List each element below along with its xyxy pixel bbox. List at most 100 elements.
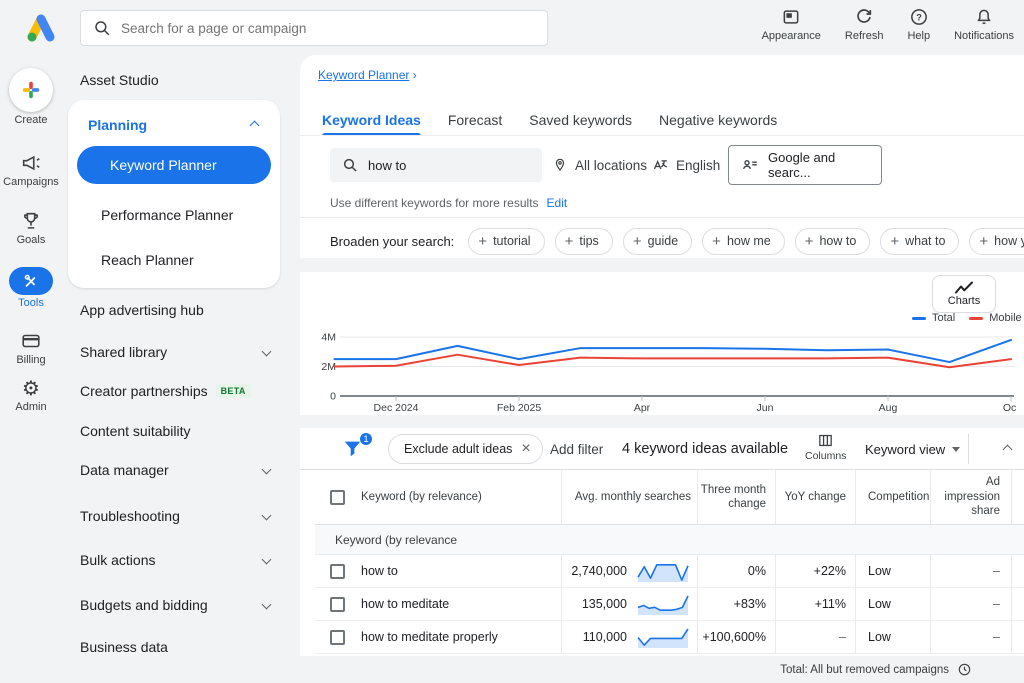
broaden-chip-how-ya[interactable]: + how ya <box>969 227 1024 255</box>
nav-item-data-manager[interactable]: Data manager <box>80 462 280 478</box>
row-checkbox[interactable] <box>330 596 345 612</box>
tab-bar: Keyword Ideas Forecast Saved keywords Ne… <box>322 105 777 136</box>
columns-button[interactable]: Columns <box>805 432 846 462</box>
section-gap <box>300 258 1024 272</box>
tab-saved-keywords[interactable]: Saved keywords <box>529 105 632 135</box>
help-icon: ? <box>909 7 929 27</box>
help-label: Help <box>907 30 931 42</box>
add-filter-button[interactable]: Add filter <box>550 428 603 470</box>
rail-item-goals[interactable]: Goals <box>0 210 62 246</box>
table-section-row: Keyword (by relevance <box>315 525 1024 555</box>
header-ad-impression-share[interactable]: Ad impression share <box>930 470 1011 524</box>
row-checkbox[interactable] <box>330 563 345 579</box>
broaden-search-row: Broaden your search: + tutorial + tips + gu… <box>330 224 1024 258</box>
top-actions: Appearance Refresh ? Help Notifications <box>762 7 1014 42</box>
nav-item-troubleshooting[interactable]: Troubleshooting <box>80 508 280 524</box>
rail-item-create[interactable]: Create <box>0 68 62 126</box>
broaden-chip-tutorial[interactable]: + tutorial <box>468 227 545 255</box>
top-bar: Appearance Refresh ? Help <box>0 0 1024 55</box>
nav-item-performance-planner[interactable]: Performance Planner <box>101 207 233 223</box>
chart-zigzag-icon <box>954 281 974 294</box>
keyword-search-field[interactable] <box>330 148 542 182</box>
broaden-chip-how-me[interactable]: + how me <box>702 227 785 255</box>
header-three-month-change[interactable]: Three month change <box>697 470 775 524</box>
rail-item-billing[interactable]: Billing <box>0 330 62 366</box>
cell-avg-searches: 110,000 <box>561 621 697 653</box>
locations-selector[interactable]: All locations <box>552 148 647 182</box>
broaden-chip-tips[interactable]: + tips <box>554 227 613 255</box>
sparkline-chart <box>635 591 691 617</box>
appearance-label: Appearance <box>761 30 821 42</box>
nav-item-app-advertising-hub[interactable]: App advertising hub <box>80 302 280 318</box>
select-all-checkbox[interactable] <box>330 489 345 505</box>
clock-icon[interactable] <box>957 662 972 677</box>
language-selector[interactable]: English <box>652 148 720 182</box>
broaden-chip-what-to[interactable]: + what to <box>880 227 960 255</box>
nav-item-bulk-actions[interactable]: Bulk actions <box>80 552 280 568</box>
main-content: Keyword Planner › Keyword Ideas Forecast… <box>300 55 1024 683</box>
shared-library-label: Shared library <box>80 344 168 360</box>
svg-text:Jun: Jun <box>757 402 774 413</box>
breadcrumb[interactable]: Keyword Planner › <box>318 68 417 82</box>
header-competition[interactable]: Competition <box>855 470 930 524</box>
tab-forecast[interactable]: Forecast <box>448 105 502 135</box>
collapse-panel-button[interactable] <box>992 428 1022 470</box>
edit-link[interactable]: Edit <box>547 196 568 210</box>
help-button[interactable]: ? Help <box>907 7 930 42</box>
nav-item-content-suitability[interactable]: Content suitability <box>80 423 280 439</box>
tab-negative-keywords[interactable]: Negative keywords <box>659 105 777 135</box>
data-manager-label: Data manager <box>80 462 169 478</box>
broaden-chip-how-to[interactable]: + how to <box>794 227 871 255</box>
row-checkbox[interactable] <box>330 629 345 645</box>
nav-item-asset-studio[interactable]: Asset Studio <box>80 72 280 88</box>
broaden-chip-guide[interactable]: + guide <box>622 227 693 255</box>
tab-keyword-ideas[interactable]: Keyword Ideas <box>322 105 421 136</box>
location-pin-icon <box>552 157 568 173</box>
nav-item-keyword-planner[interactable]: Keyword Planner <box>77 146 271 184</box>
appearance-icon <box>781 7 801 27</box>
cell-ad-impression-share: – <box>930 555 1011 587</box>
close-icon[interactable]: × <box>521 440 530 458</box>
nav-item-creator-partnerships[interactable]: Creator partnerships BETA <box>80 383 280 399</box>
filter-funnel-button[interactable]: 1 <box>342 432 373 461</box>
breadcrumb-link[interactable]: Keyword Planner <box>318 68 409 82</box>
header-avg-monthly-searches[interactable]: Avg. monthly searches <box>561 470 697 524</box>
nav-item-reach-planner[interactable]: Reach Planner <box>101 252 194 268</box>
appearance-button[interactable]: Appearance <box>762 7 821 42</box>
nav-item-shared-library[interactable]: Shared library <box>80 344 280 360</box>
nav-item-budgets-and-bidding[interactable]: Budgets and bidding <box>80 597 280 613</box>
filter-chip-exclude-adult[interactable]: Exclude adult ideas × <box>388 434 543 464</box>
tools-active-pill[interactable] <box>9 267 53 295</box>
cell-keyword: how to meditate <box>315 588 561 620</box>
charts-button-label: Charts <box>947 295 981 307</box>
nav-item-planning[interactable]: Planning <box>88 117 147 133</box>
global-search-input[interactable] <box>121 20 535 36</box>
plus-icon: + <box>890 232 900 250</box>
rail-item-tools[interactable]: Tools <box>0 267 62 309</box>
chevron-up-icon <box>1002 444 1012 454</box>
keyword-view-label: Keyword view <box>865 441 946 457</box>
networks-selector[interactable]: Google and searc... <box>728 145 882 185</box>
global-search[interactable] <box>80 10 548 46</box>
header-keyword[interactable]: Keyword (by relevance) <box>315 470 561 524</box>
create-button[interactable] <box>9 68 53 112</box>
keyword-view-dropdown[interactable]: Keyword view <box>865 428 961 470</box>
plus-icon: + <box>478 232 488 250</box>
header-yoy-change[interactable]: YoY change <box>775 470 855 524</box>
megaphone-icon <box>0 152 62 174</box>
svg-text:?: ? <box>916 12 922 22</box>
legend-item-total: Total <box>912 312 955 324</box>
rail-item-admin[interactable]: ⚙ Admin <box>0 377 62 413</box>
keyword-search-input[interactable] <box>368 157 498 173</box>
google-ads-logo-icon[interactable] <box>22 11 60 44</box>
ideas-count-label: 4 keyword ideas available <box>622 441 789 457</box>
refresh-button[interactable]: Refresh <box>844 7 884 42</box>
rail-item-campaigns[interactable]: Campaigns <box>0 152 62 188</box>
refresh-label: Refresh <box>844 30 884 42</box>
notifications-button[interactable]: Notifications <box>954 7 1014 42</box>
charts-button[interactable]: Charts <box>932 275 996 313</box>
nav-item-business-data[interactable]: Business data <box>80 639 280 655</box>
locations-label: All locations <box>575 157 648 173</box>
breadcrumb-arrow: › <box>412 68 417 82</box>
networks-label: Google and searc... <box>768 150 836 180</box>
